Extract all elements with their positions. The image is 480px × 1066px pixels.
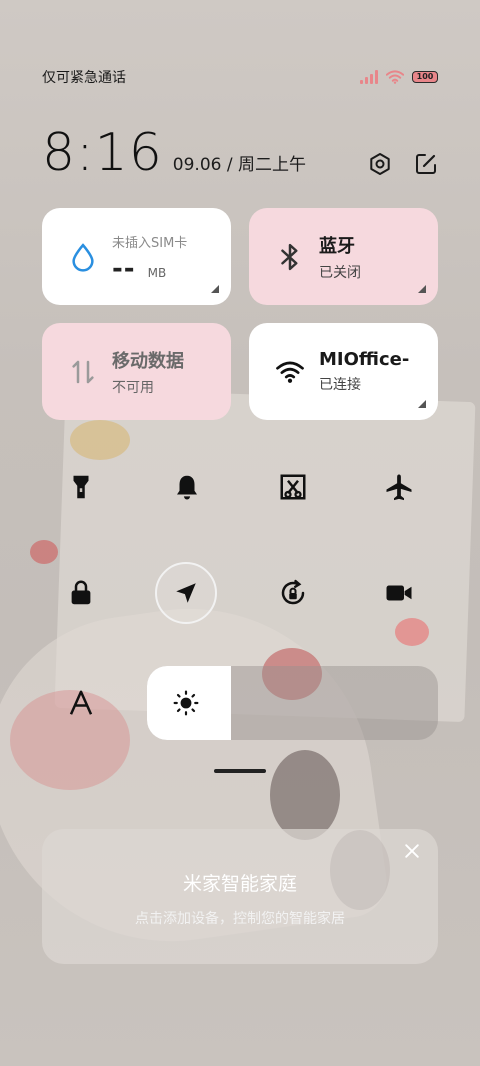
status-icons: 100 [360, 70, 438, 84]
signal-icon [360, 70, 378, 84]
expand-corner-icon[interactable] [418, 400, 426, 408]
ringer-toggle[interactable] [161, 461, 213, 513]
wallpaper-blob [395, 618, 429, 646]
data-usage-value: -- [112, 254, 136, 284]
drag-handle[interactable] [214, 769, 266, 773]
mijia-title: 米家智能家庭 [182, 873, 297, 895]
mobile-data-icon [72, 360, 94, 383]
rotate-lock-icon [281, 579, 305, 605]
lock-icon [71, 580, 91, 605]
mijia-subtitle: 点击添加设备，控制您的智能家居 [135, 911, 345, 927]
wallpaper-moon [70, 420, 130, 460]
flashlight-icon [73, 475, 89, 499]
clock-time: 8:16 [42, 123, 163, 183]
bell-icon [177, 475, 197, 500]
wifi-state: 已连接 [319, 377, 361, 393]
bluetooth-tile[interactable]: 蓝牙 已关闭 [249, 208, 438, 305]
flashlight-toggle[interactable] [55, 461, 107, 513]
status-bar: 仅可紧急通话 100 [42, 66, 438, 88]
sun-icon [173, 690, 199, 716]
video-camera-icon [386, 585, 412, 601]
screenshot-toggle[interactable] [267, 461, 319, 513]
mijia-card[interactable]: 米家智能家庭 点击添加设备，控制您的智能家居 [42, 829, 438, 964]
screen-record-toggle[interactable] [373, 567, 425, 619]
wallpaper-blob [30, 540, 58, 564]
font-size-toggle[interactable] [55, 677, 107, 729]
clock-date: 09.06 / 周二上午 [172, 155, 306, 175]
location-toggle[interactable] [155, 562, 217, 624]
wifi-network-name: MIOffice- [319, 349, 410, 370]
font-icon [69, 690, 93, 715]
mobile-data-label: 移动数据 [112, 350, 184, 372]
location-arrow-icon [176, 583, 196, 603]
data-usage-unit: MB [147, 266, 167, 280]
expand-corner-icon[interactable] [418, 285, 426, 293]
lock-screen-toggle[interactable] [55, 567, 107, 619]
header: 8:16 09.06 / 周二上午 [42, 122, 438, 182]
bluetooth-icon [281, 243, 298, 270]
droplet-icon [72, 242, 94, 272]
edit-icon[interactable] [414, 152, 438, 176]
airplane-mode-toggle[interactable] [373, 461, 425, 513]
wifi-icon [276, 361, 304, 383]
mobile-data-state: 不可用 [112, 379, 154, 396]
carrier-text: 仅可紧急通话 [42, 70, 126, 86]
mobile-data-tile[interactable]: 移动数据 不可用 [42, 323, 231, 420]
bluetooth-label: 蓝牙 [319, 235, 355, 257]
brightness-slider[interactable] [147, 666, 438, 740]
auto-rotate-toggle[interactable] [267, 567, 319, 619]
airplane-icon [386, 474, 412, 501]
header-actions [368, 152, 438, 176]
settings-icon[interactable] [368, 152, 392, 176]
battery-indicator: 100 [412, 71, 438, 83]
data-sim-label: 未插入SIM卡 [112, 236, 188, 251]
wifi-icon [386, 70, 404, 84]
wifi-tile[interactable]: MIOffice- 已连接 [249, 323, 438, 420]
data-usage-tile[interactable]: 未插入SIM卡 -- MB [42, 208, 231, 305]
close-icon[interactable] [402, 841, 422, 861]
screenshot-icon [280, 474, 306, 500]
expand-corner-icon [211, 285, 219, 293]
bluetooth-state: 已关闭 [319, 264, 361, 281]
wallpaper-rose [270, 750, 340, 840]
